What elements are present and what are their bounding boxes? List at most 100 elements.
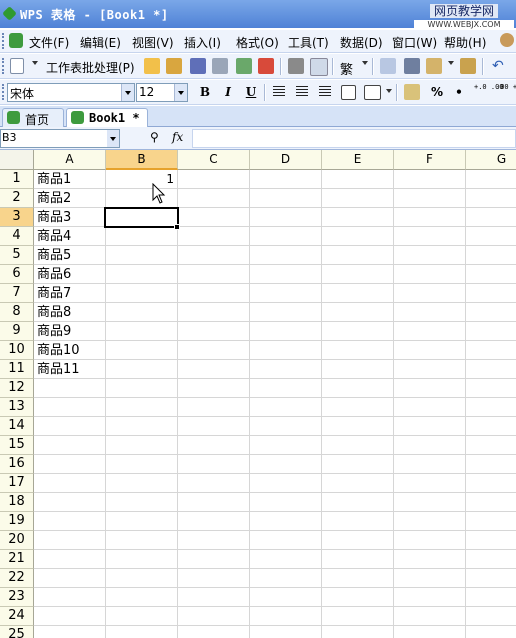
row-header-22[interactable]: 22 [0,569,34,588]
tab-home[interactable]: 首页 [2,108,64,127]
row-header-11[interactable]: 11 [0,360,34,379]
preview-icon[interactable] [310,58,328,76]
align-center-icon[interactable] [296,86,308,97]
row-header-6[interactable]: 6 [0,265,34,284]
italic-button[interactable]: I [219,84,237,100]
row-header-15[interactable]: 15 [0,436,34,455]
toolbar-grip[interactable] [2,58,7,74]
insert-function-button[interactable]: fx [172,130,183,144]
paste-icon[interactable] [426,58,442,74]
paste-dropdown-icon[interactable] [448,61,454,65]
menu-help[interactable]: 帮助(H) [444,34,486,51]
row-header-5[interactable]: 5 [0,246,34,265]
menubar-grip[interactable] [2,33,7,49]
column-header-f[interactable]: F [394,150,466,170]
row-header-16[interactable]: 16 [0,455,34,474]
merge-dropdown-icon[interactable] [386,89,392,93]
row-header-21[interactable]: 21 [0,550,34,569]
wps-app-icon[interactable] [2,6,17,21]
cell-a11[interactable]: 商品11 [37,360,80,379]
formula-input[interactable] [192,129,516,148]
export-pdf-icon[interactable] [258,58,274,74]
row-header-20[interactable]: 20 [0,531,34,550]
row-header-23[interactable]: 23 [0,588,34,607]
assistant-icon[interactable] [500,33,514,47]
menu-insert[interactable]: 插入(I) [184,34,221,51]
row-header-25[interactable]: 25 [0,626,34,638]
name-box[interactable]: B3 [0,129,120,148]
row-header-10[interactable]: 10 [0,341,34,360]
cell-a8[interactable]: 商品8 [37,303,71,322]
row-header-18[interactable]: 18 [0,493,34,512]
name-box-dropdown-icon[interactable] [107,130,119,147]
cell-a2[interactable]: 商品2 [37,189,71,208]
undo-icon[interactable]: ↶ [492,58,508,74]
row-header-3[interactable]: 3 [0,208,34,227]
tab-book1[interactable]: Book1 * [66,108,148,128]
row-header-17[interactable]: 17 [0,474,34,493]
column-header-d[interactable]: D [250,150,322,170]
cell-a1[interactable]: 商品1 [37,170,71,189]
cell-a6[interactable]: 商品6 [37,265,71,284]
cell-grid[interactable] [34,170,516,638]
new-dropdown-icon[interactable] [32,61,38,65]
row-header-1[interactable]: 1 [0,170,34,189]
percent-style-button[interactable]: % [428,84,446,100]
traditional-chinese-button[interactable]: 繁 [340,59,353,78]
cut-icon[interactable] [404,58,420,74]
bold-button[interactable]: B [196,84,214,100]
zoom-search-icon[interactable]: ⚲ [150,130,159,144]
document-icon[interactable] [9,33,23,48]
open-recent-icon[interactable] [166,58,182,74]
new-document-icon[interactable] [10,58,24,74]
menu-file[interactable]: 文件(F) [29,34,69,51]
wrap-text-icon[interactable] [364,85,381,100]
batch-process-button[interactable]: 工作表批处理(P) [46,59,135,76]
column-header-g[interactable]: G [466,150,516,170]
select-all-corner[interactable] [0,150,34,170]
row-header-7[interactable]: 7 [0,284,34,303]
cell-a4[interactable]: 商品4 [37,227,71,246]
menu-tools[interactable]: 工具(T) [288,34,329,51]
decrease-decimal-button[interactable]: .00 +.0 [496,83,516,91]
save-icon[interactable] [190,58,206,74]
cell-a10[interactable]: 商品10 [37,341,80,360]
fill-handle[interactable] [174,224,180,230]
copy-icon[interactable] [380,58,396,74]
menu-edit[interactable]: 编辑(E) [80,34,121,51]
open-folder-icon[interactable] [144,58,160,74]
font-name-select[interactable]: 宋体 [7,83,135,102]
cell-a9[interactable]: 商品9 [37,322,71,341]
send-email-icon[interactable] [236,58,252,74]
increase-decimal-button[interactable]: +.0 .00 [474,83,504,91]
row-header-14[interactable]: 14 [0,417,34,436]
menu-format[interactable]: 格式(O) [236,34,279,51]
print-icon[interactable] [288,58,304,74]
row-header-4[interactable]: 4 [0,227,34,246]
column-header-c[interactable]: C [178,150,250,170]
font-size-select[interactable]: 12 [136,83,188,102]
row-header-2[interactable]: 2 [0,189,34,208]
column-header-a[interactable]: A [34,150,106,170]
currency-style-icon[interactable] [404,84,420,100]
active-cell-b3[interactable] [104,207,179,228]
cell-a7[interactable]: 商品7 [37,284,71,303]
column-header-b[interactable]: B [106,150,178,170]
menu-window[interactable]: 窗口(W) [392,34,437,51]
print-preview-icon[interactable] [212,58,228,74]
underline-button[interactable]: U [242,84,260,100]
column-header-e[interactable]: E [322,150,394,170]
merge-center-icon[interactable] [341,85,356,100]
row-header-12[interactable]: 12 [0,379,34,398]
menu-view[interactable]: 视图(V) [132,34,174,51]
font-size-dropdown-icon[interactable] [174,84,187,101]
comma-style-icon[interactable]: • [450,84,468,100]
align-right-icon[interactable] [319,86,331,97]
row-header-8[interactable]: 8 [0,303,34,322]
align-left-icon[interactable] [273,86,285,97]
menu-data[interactable]: 数据(D) [340,34,383,51]
row-header-24[interactable]: 24 [0,607,34,626]
row-header-13[interactable]: 13 [0,398,34,417]
row-header-9[interactable]: 9 [0,322,34,341]
row-header-19[interactable]: 19 [0,512,34,531]
